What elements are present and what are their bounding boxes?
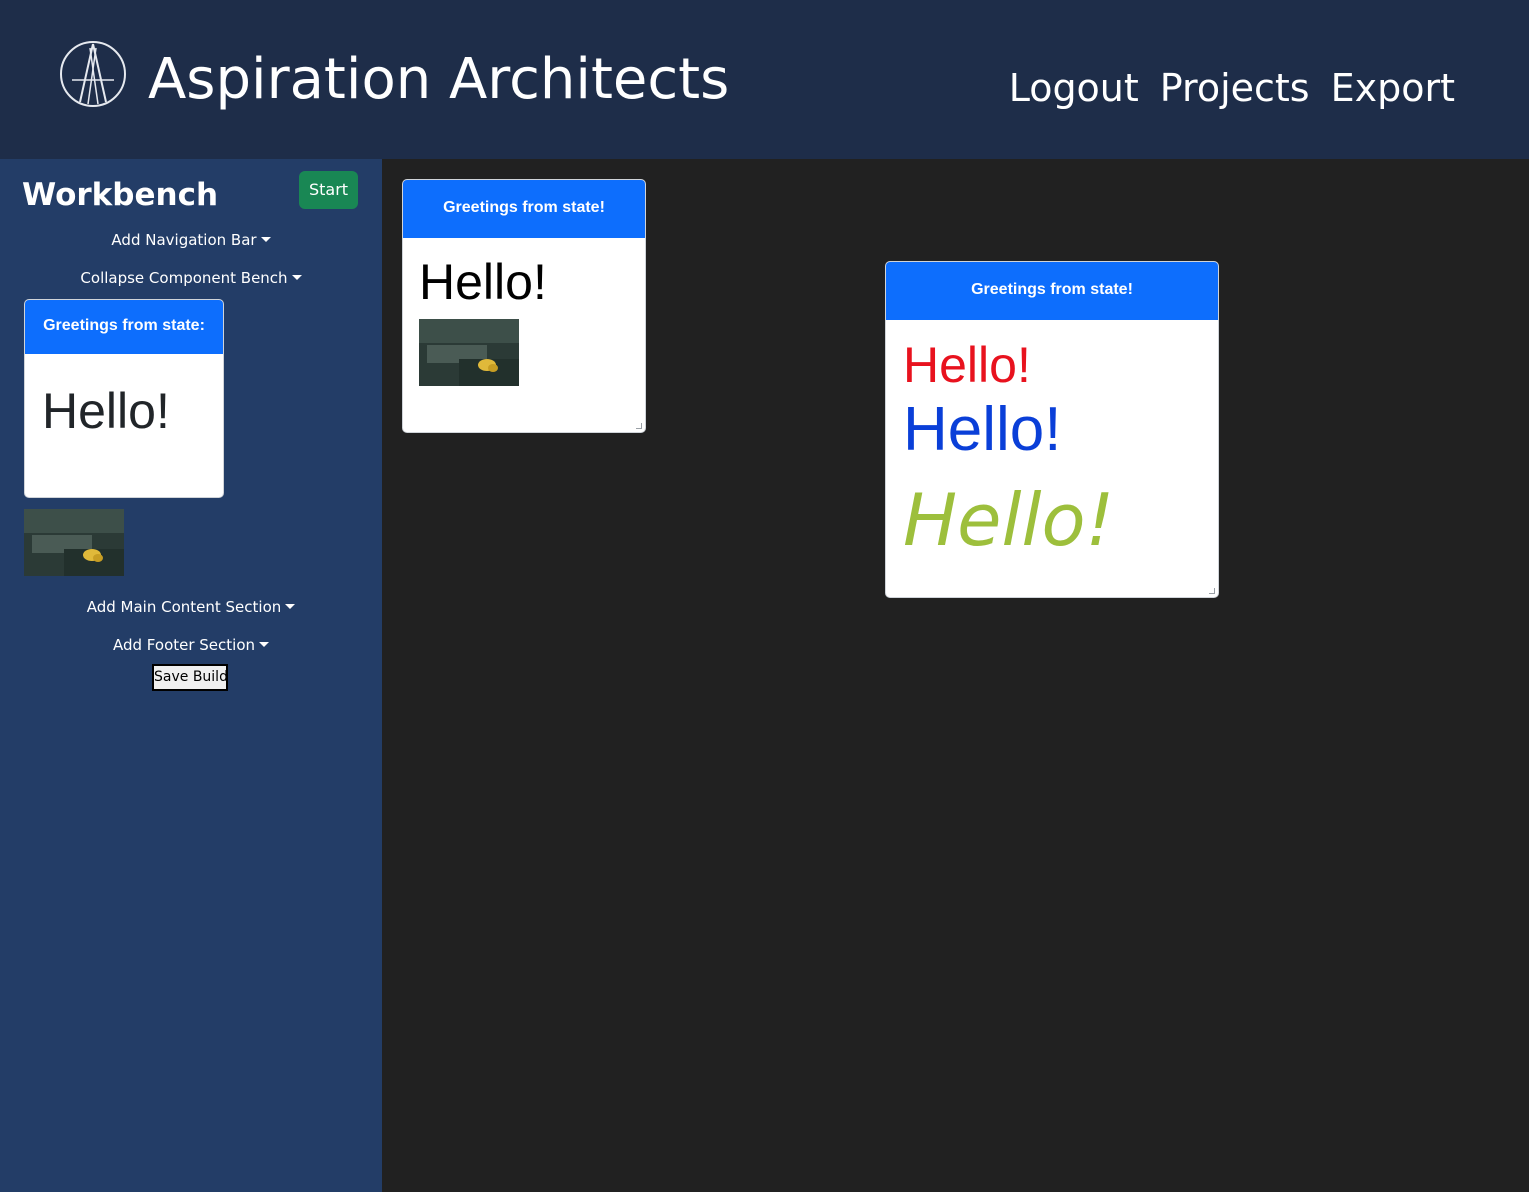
dropdown-label: Add Main Content Section	[86, 598, 282, 616]
dropdown-label: Add Navigation Bar	[111, 231, 257, 249]
hello-red-text: Hello!	[903, 337, 1031, 393]
hello-green-text: Hello!	[903, 478, 1115, 562]
build-canvas[interactable]: Greetings from state! Hello! Greetings f…	[382, 159, 1529, 1192]
dropdown-label: Collapse Component Bench	[80, 269, 288, 287]
workbench-title: Workbench	[22, 177, 219, 213]
leaf-image-thumbnail[interactable]	[24, 509, 124, 576]
top-nav: Logout Projects Export	[1009, 62, 1455, 114]
export-link[interactable]: Export	[1331, 62, 1455, 114]
hello-blue-text: Hello!	[903, 395, 1062, 464]
start-button[interactable]: Start	[299, 171, 358, 209]
bench-greeting-card[interactable]: Greetings from state: Hello!	[24, 299, 224, 498]
caret-down-icon	[291, 274, 302, 280]
add-main-content-section-dropdown[interactable]: Add Main Content Section	[0, 596, 382, 618]
collapse-component-bench-dropdown[interactable]: Collapse Component Bench	[0, 267, 382, 289]
workbench-sidebar: Workbench Start Add Navigation Bar Colla…	[0, 159, 382, 1192]
canvas-greeting-card-1[interactable]: Greetings from state! Hello!	[402, 179, 646, 433]
aa-monogram-logo-icon	[58, 40, 128, 110]
brand-title: Aspiration Architects	[148, 47, 730, 112]
leaf-image-thumbnail[interactable]	[419, 319, 519, 386]
resize-handle-icon[interactable]	[1209, 588, 1215, 594]
canvas-greeting-card-2[interactable]: Greetings from state! Hello! Hello! Hell…	[885, 261, 1219, 598]
caret-down-icon	[259, 641, 270, 647]
caret-down-icon	[285, 603, 296, 609]
card-header: Greetings from state!	[886, 262, 1218, 320]
top-header: Aspiration Architects Logout Projects Ex…	[0, 0, 1529, 159]
logout-link[interactable]: Logout	[1009, 62, 1139, 114]
card-hello-text: Hello!	[42, 383, 170, 439]
card-header: Greetings from state!	[403, 180, 645, 238]
projects-link[interactable]: Projects	[1160, 62, 1310, 114]
save-build-button[interactable]: Save Build	[152, 664, 228, 691]
add-footer-section-dropdown[interactable]: Add Footer Section	[0, 634, 382, 656]
card-hello-text: Hello!	[419, 254, 547, 310]
add-navigation-bar-dropdown[interactable]: Add Navigation Bar	[0, 229, 382, 251]
resize-handle-icon[interactable]	[636, 423, 642, 429]
card-header: Greetings from state:	[25, 300, 223, 354]
caret-down-icon	[260, 236, 271, 242]
dropdown-label: Add Footer Section	[112, 636, 256, 654]
